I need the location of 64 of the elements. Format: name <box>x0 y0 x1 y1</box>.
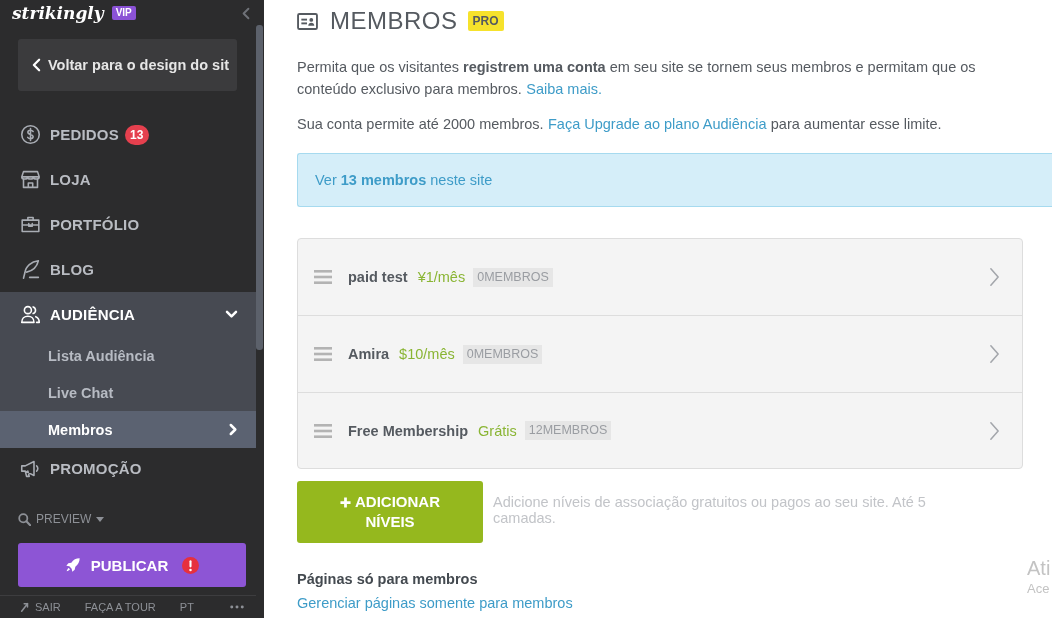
chevron-right-icon <box>989 420 1000 441</box>
chevron-right-icon <box>989 267 1000 287</box>
pro-badge: PRO <box>467 11 504 31</box>
level-price: Grátis <box>478 422 517 439</box>
search-icon <box>18 512 31 526</box>
learn-more-link[interactable]: Saiba mais. <box>526 81 602 97</box>
level-name: paid test <box>348 269 408 285</box>
preview-dropdown[interactable]: PREVIEW <box>18 509 105 529</box>
member-count-tag: 12MEMBROS <box>524 421 612 440</box>
nav-item[interactable]: LOJA <box>0 157 256 202</box>
member-limit-note: Sua conta permite até 2000 membros. Faça Upgrade ao plano Audiência para aumentar esse limite. <box>297 115 942 134</box>
plan-badge: VIP <box>111 6 136 20</box>
drag-handle-icon[interactable] <box>314 347 332 361</box>
briefcase-icon <box>20 214 41 235</box>
people-icon <box>20 304 41 325</box>
nav-item[interactable]: BLOG <box>0 247 256 292</box>
collapse-chevron-icon[interactable] <box>242 6 250 20</box>
sub-nav-item[interactable]: Lista Audiência <box>0 337 256 374</box>
level-row[interactable]: Free Membership Grátis 12MEMBROS <box>298 393 1022 468</box>
level-price: ¥1/mês <box>417 269 466 285</box>
back-button[interactable]: Voltar para o design do sit <box>18 39 237 91</box>
manage-pages-link[interactable]: Gerenciar páginas somente para membros <box>297 593 573 613</box>
exit-arrow-icon <box>20 601 30 612</box>
caret-down-icon <box>96 516 105 522</box>
level-row[interactable]: paid test ¥1/mês 0MEMBROS <box>298 239 1022 316</box>
footer-link[interactable]: PT <box>179 600 194 613</box>
nav-item[interactable]: PEDIDOS 13 <box>0 112 256 157</box>
logo-wordmark: strikingly <box>12 3 104 23</box>
activation-notice-text: Ace <box>1027 580 1050 597</box>
nav-item[interactable]: PORTFÓLIO <box>0 202 256 247</box>
level-row[interactable]: Amira $10/mês 0MEMBROS <box>298 316 1022 393</box>
activation-notice-title: Ati <box>1027 556 1051 580</box>
level-price: $10/mês <box>399 346 455 362</box>
chevron-left-icon <box>32 58 41 72</box>
drag-handle-icon[interactable] <box>314 423 332 438</box>
sub-nav-item[interactable]: Live Chat <box>0 374 256 411</box>
view-members-link[interactable]: Ver 13 membros neste site <box>315 172 493 188</box>
drag-handle-icon[interactable] <box>314 270 332 284</box>
footer-link[interactable]: SAIR <box>20 600 61 613</box>
publish-button[interactable]: PUBLICAR <box>18 543 246 587</box>
more-dots-icon[interactable] <box>230 604 244 609</box>
nav-item[interactable]: PROMOÇÃO <box>0 448 256 488</box>
nav-item[interactable]: AUDIÊNCIA <box>0 292 256 337</box>
level-name: Free Membership <box>348 422 469 439</box>
upgrade-link[interactable]: Faça Upgrade ao plano Audiência <box>548 116 767 132</box>
id-card-icon <box>297 12 318 30</box>
add-levels-hint: Adicione níveis de associação gratuitos ou pagos ao seu site. Até 5 camadas. <box>493 494 927 526</box>
chevron-right-icon <box>229 423 238 436</box>
member-count-tag: 0MEMBROS <box>473 267 553 287</box>
page-title: MEMBROS <box>330 7 458 35</box>
chevron-down-icon <box>225 310 238 319</box>
plus-icon <box>340 497 351 508</box>
chevron-right-icon <box>989 344 1000 364</box>
level-name: Amira <box>348 346 390 362</box>
feather-pen-icon <box>20 259 41 280</box>
member-count-tag: 0MEMBROS <box>462 344 543 364</box>
intro-paragraph: Permita que os visitantes registrem uma conta em seu site se tornem seus membros e permitam que os conteúdo exclusivo para membros. Saiba mais. <box>297 58 976 99</box>
store-icon <box>20 169 41 190</box>
section-heading: Páginas só para membros <box>297 570 478 589</box>
sub-nav-item[interactable]: Membros <box>0 411 256 448</box>
rocket-icon <box>64 557 81 573</box>
footer-link[interactable]: FAÇA A TOUR <box>84 600 156 613</box>
scrollbar-thumb[interactable] <box>256 25 263 350</box>
count-badge: 13 <box>124 124 149 145</box>
